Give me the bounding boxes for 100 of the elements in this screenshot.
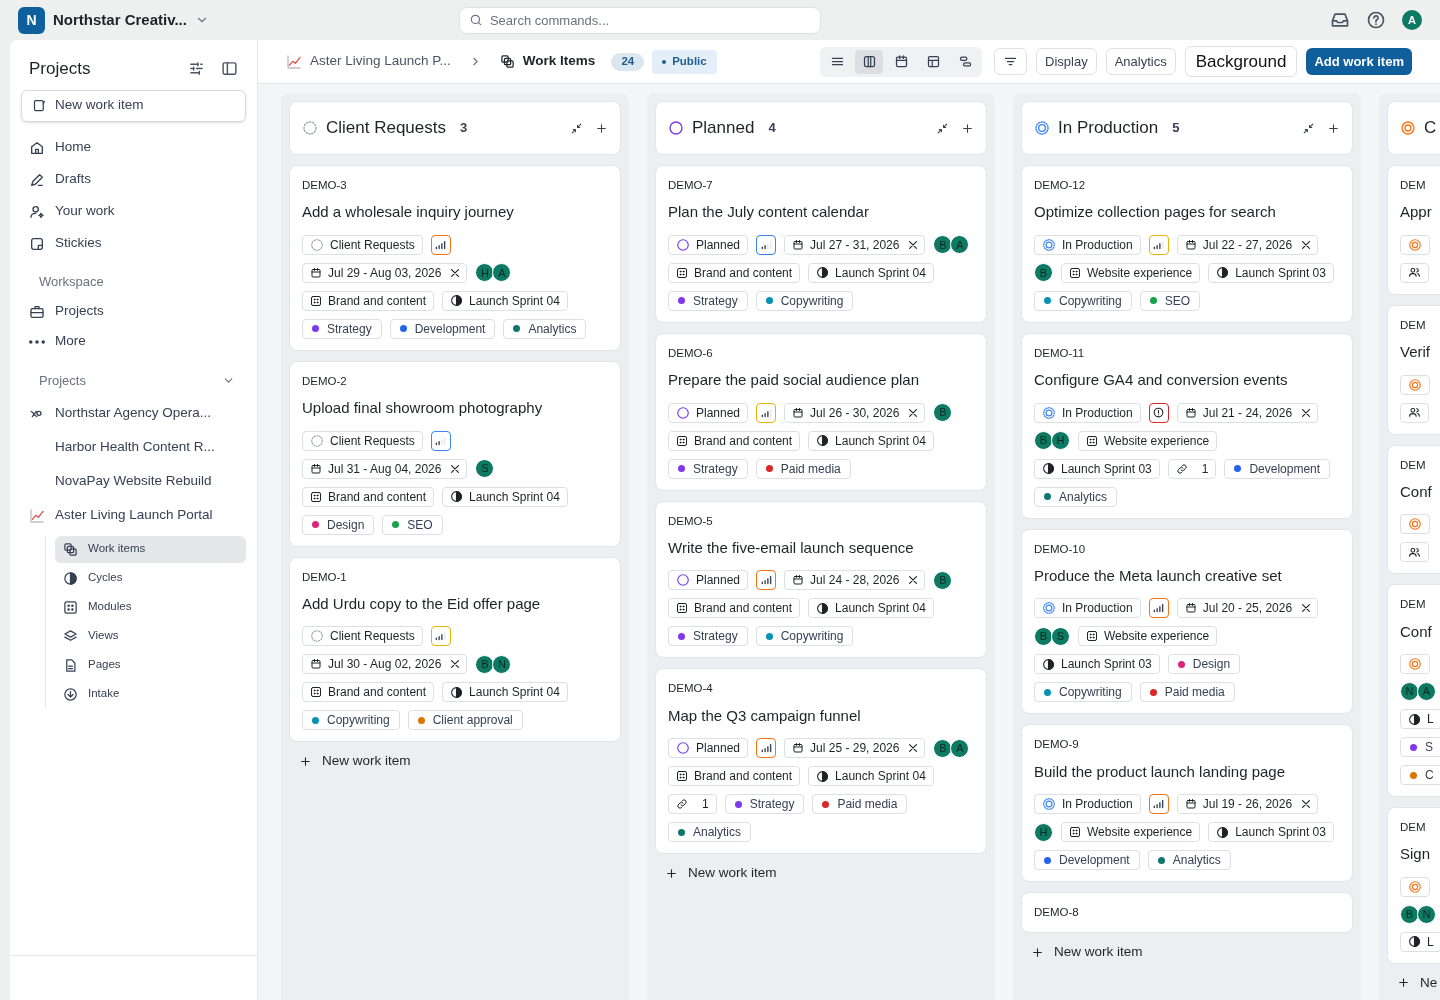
cycle-chip[interactable]: Launch Sprint 04: [442, 682, 568, 703]
priority-chip[interactable]: [1148, 598, 1169, 619]
state-chip[interactable]: [1400, 234, 1430, 255]
label-chip[interactable]: Client approval: [407, 710, 523, 731]
state-chip[interactable]: Planned: [668, 738, 749, 758]
cycle-chip[interactable]: L: [1400, 931, 1440, 952]
label-chip[interactable]: C: [1400, 765, 1440, 785]
work-item-card[interactable]: DEMO-11 Configure GA4 and conversion events In Production Jul 21 - 24, 2026 B H Website experience Launch Sprint 03 1 Development Analytics: [1021, 332, 1353, 519]
link-count-chip[interactable]: 1: [1167, 458, 1217, 479]
date-chip[interactable]: Jul 29 - Aug 03, 2026: [302, 262, 468, 283]
date-chip[interactable]: Jul 24 - 28, 2026: [784, 570, 926, 591]
work-item-card[interactable]: DEM Sign B N L: [1387, 807, 1440, 964]
module-chip[interactable]: Brand and content: [668, 262, 801, 283]
layout-toggle[interactable]: [855, 49, 884, 74]
label-chip[interactable]: Copywriting: [755, 290, 854, 311]
help-button[interactable]: [1366, 10, 1386, 30]
label-chip[interactable]: S: [1400, 737, 1440, 757]
cycle-chip[interactable]: Launch Sprint 04: [442, 290, 568, 311]
new-work-item-button[interactable]: New work item: [655, 858, 987, 888]
label-chip[interactable]: Analytics: [1147, 850, 1231, 870]
label-chip[interactable]: Copywriting: [302, 710, 400, 731]
nav-item[interactable]: NovaPay Website Rebuild: [21, 464, 246, 499]
priority-chip[interactable]: [756, 570, 777, 591]
work-item-card[interactable]: DEM Verif: [1387, 304, 1440, 435]
cycle-chip[interactable]: Launch Sprint 03: [1208, 262, 1334, 283]
minimize-button[interactable]: [570, 121, 583, 135]
work-item-card[interactable]: DEMO-6 Prepare the paid social audience plan Planned Jul 26 - 30, 2026 B Brand and content Launch Sprint 04 Strategy Paid media: [655, 332, 987, 491]
nav-item[interactable]: Pages: [55, 651, 246, 679]
state-chip[interactable]: In Production: [1034, 234, 1141, 255]
priority-chip[interactable]: [1148, 402, 1169, 423]
new-work-item-button[interactable]: New work item: [1021, 937, 1353, 968]
label-chip[interactable]: Paid media: [812, 794, 908, 814]
toolbar-button[interactable]: Background: [1184, 46, 1298, 77]
toolbar-button[interactable]: Add work item: [1306, 48, 1412, 75]
nav-item[interactable]: Your work: [21, 195, 246, 228]
inbox-button[interactable]: [1330, 10, 1350, 30]
new-work-item-button[interactable]: New work item: [289, 746, 621, 777]
state-chip[interactable]: Client Requests: [302, 626, 423, 647]
label-chip[interactable]: Copywriting: [755, 626, 854, 647]
state-chip[interactable]: [1400, 876, 1430, 897]
label-chip[interactable]: Paid media: [755, 458, 851, 479]
module-chip[interactable]: Brand and content: [668, 766, 801, 786]
link-count-chip[interactable]: 1: [668, 794, 717, 814]
work-item-card[interactable]: DEMO-4 Map the Q3 campaign funnel Planned Jul 25 - 29, 2026 B A Brand and content Launch Sprint 04 1 Strategy Paid media Analytics: [655, 668, 987, 854]
label-chip[interactable]: Copywriting: [1034, 290, 1132, 311]
workspace-logo[interactable]: N: [18, 6, 45, 34]
module-chip[interactable]: Website experience: [1078, 430, 1218, 451]
state-chip[interactable]: [1400, 654, 1430, 674]
nav-item[interactable]: Northstar Agency Opera...: [21, 396, 246, 431]
module-chip[interactable]: Website experience: [1061, 822, 1201, 842]
state-chip[interactable]: In Production: [1034, 598, 1141, 619]
date-chip[interactable]: Jul 21 - 24, 2026: [1176, 402, 1319, 423]
state-chip[interactable]: Client Requests: [302, 430, 423, 451]
cycle-chip[interactable]: Launch Sprint 04: [442, 486, 568, 507]
breadcrumb-link[interactable]: Aster Living Launch P...: [286, 51, 451, 72]
nav-item[interactable]: Modules: [55, 593, 246, 621]
cycle-chip[interactable]: L: [1400, 709, 1440, 729]
workspace-switcher[interactable]: Northstar Creativ...: [53, 8, 209, 32]
label-chip[interactable]: Analytics: [668, 822, 752, 842]
state-chip[interactable]: [1400, 514, 1430, 535]
date-chip[interactable]: Jul 22 - 27, 2026: [1176, 234, 1319, 255]
module-chip[interactable]: Brand and content: [668, 430, 801, 451]
cycle-chip[interactable]: Launch Sprint 04: [808, 262, 934, 283]
label-chip[interactable]: Strategy: [724, 794, 805, 814]
nav-item[interactable]: Projects: [21, 296, 246, 327]
members-chip[interactable]: [1400, 262, 1429, 283]
module-chip[interactable]: Website experience: [1078, 626, 1218, 647]
nav-item[interactable]: Stickies: [21, 227, 246, 260]
add-button[interactable]: [961, 121, 974, 135]
members-chip[interactable]: [1400, 542, 1429, 563]
add-button[interactable]: [595, 121, 608, 135]
label-chip[interactable]: Analytics: [1034, 486, 1118, 507]
date-chip[interactable]: Jul 27 - 31, 2026: [784, 234, 926, 255]
state-chip[interactable]: In Production: [1034, 402, 1141, 423]
nav-item[interactable]: Views: [55, 622, 246, 650]
work-item-card[interactable]: DEM Appr: [1387, 165, 1440, 295]
work-item-card[interactable]: DEMO-5 Write the five-email launch sequence Planned Jul 24 - 28, 2026 B Brand and content Launch Sprint 04 Strategy Copywriting: [655, 500, 987, 659]
date-chip[interactable]: Jul 31 - Aug 04, 2026: [302, 458, 468, 479]
priority-chip[interactable]: [430, 626, 451, 647]
breadcrumb-link[interactable]: Work Items: [499, 51, 596, 72]
priority-chip[interactable]: [756, 402, 777, 423]
label-chip[interactable]: Copywriting: [1034, 682, 1132, 703]
label-chip[interactable]: Design: [1167, 654, 1241, 675]
label-chip[interactable]: Strategy: [668, 458, 748, 479]
state-chip[interactable]: In Production: [1034, 794, 1141, 814]
state-chip[interactable]: Planned: [668, 234, 749, 255]
minimize-button[interactable]: [936, 121, 949, 135]
work-item-card[interactable]: DEMO-2 Upload final showroom photography Client Requests Jul 31 - Aug 04, 2026 S Brand and content Launch Sprint 04 Design SEO: [289, 360, 621, 547]
nav-item[interactable]: Work items: [55, 535, 246, 563]
label-chip[interactable]: SEO: [1139, 290, 1201, 311]
label-chip[interactable]: Strategy: [302, 318, 382, 339]
work-item-card[interactable]: DEMO-3 Add a wholesale inquiry journey Client Requests Jul 29 - Aug 03, 2026 H A Brand and content Launch Sprint 04 Strategy Development Analytics: [289, 165, 621, 351]
add-button[interactable]: [1327, 121, 1340, 135]
user-avatar[interactable]: A: [1402, 10, 1422, 30]
date-chip[interactable]: Jul 26 - 30, 2026: [784, 402, 926, 423]
nav-item[interactable]: Harbor Health Content R...: [21, 430, 246, 465]
work-item-card[interactable]: DEMO-9 Build the product launch landing page In Production Jul 19 - 26, 2026 H Website experience Launch Sprint 03 Development Analytics: [1021, 724, 1353, 882]
work-item-card[interactable]: DEMO-1 Add Urdu copy to the Eid offer page Client Requests Jul 30 - Aug 02, 2026 B N Brand and content Launch Sprint 04 Copywriting Client approval: [289, 556, 621, 743]
minimize-button[interactable]: [1302, 121, 1315, 135]
label-chip[interactable]: Development: [1224, 458, 1331, 479]
